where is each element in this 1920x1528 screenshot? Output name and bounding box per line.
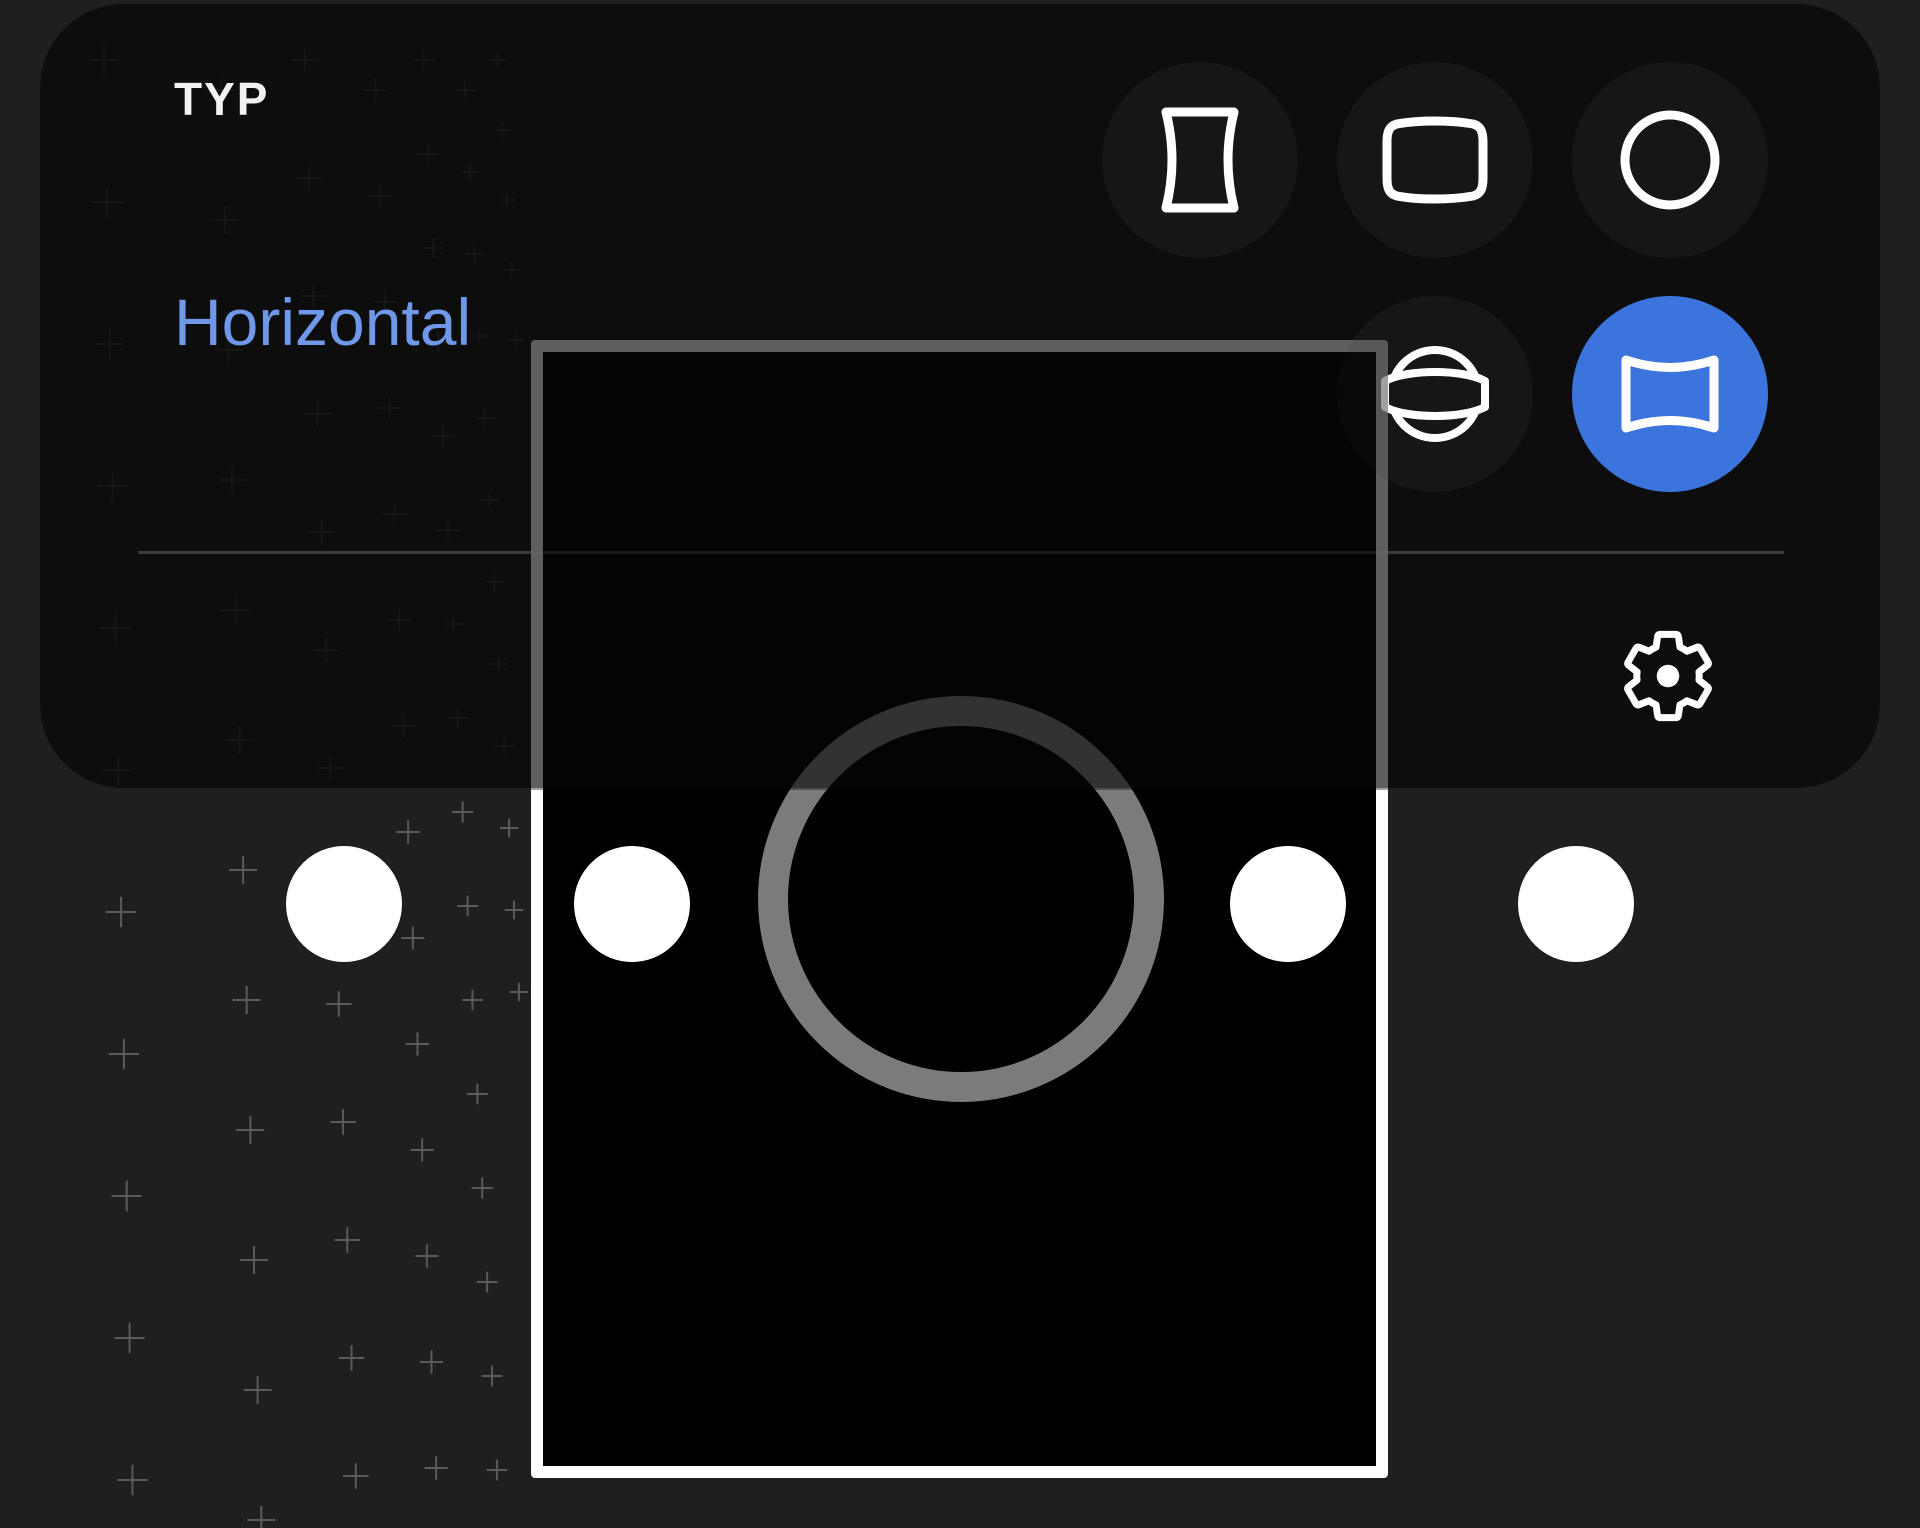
fisheye-circle-icon [1620, 110, 1720, 210]
grid-plus-mark [114, 1322, 145, 1354]
wide-angle-icon [1382, 116, 1488, 204]
grid-plus-mark [424, 1456, 448, 1480]
grid-plus-mark [481, 1365, 503, 1387]
grid-plus-mark [471, 1177, 493, 1199]
selected-mode-label: Horizontal [174, 285, 472, 359]
mode-button-vertical[interactable] [1102, 62, 1298, 258]
grid-plus-mark [325, 991, 352, 1017]
grid-plus-mark [108, 1038, 140, 1070]
mode-button-horizontal[interactable] [1572, 296, 1768, 492]
settings-button[interactable] [1610, 618, 1726, 734]
grid-plus-mark [476, 1271, 498, 1293]
grid-plus-mark [401, 926, 425, 950]
grid-plus-mark [240, 1246, 268, 1274]
grid-plus-mark [232, 986, 261, 1014]
grid-plus-mark [396, 820, 420, 844]
grid-plus-mark [405, 1032, 430, 1056]
mode-button-fisheye[interactable] [1572, 62, 1768, 258]
guide-dot-far-left [286, 846, 402, 962]
photo-sphere-icon [1381, 346, 1489, 442]
grid-plus-mark [330, 1109, 356, 1135]
panel-divider [138, 551, 1784, 554]
grid-plus-mark [229, 856, 258, 884]
grid-plus-mark [410, 1138, 434, 1162]
grid-plus-mark [334, 1227, 361, 1253]
horizontal-panorama-icon [1621, 355, 1719, 433]
gear-icon [1624, 630, 1712, 722]
grid-plus-mark [243, 1376, 272, 1404]
guide-dot-far-right [1518, 846, 1634, 962]
grid-plus-mark [509, 982, 529, 1002]
grid-plus-mark [236, 1116, 265, 1144]
grid-plus-mark [111, 1180, 142, 1212]
grid-plus-mark [117, 1464, 148, 1496]
grid-plus-mark [419, 1350, 444, 1374]
grid-plus-mark [499, 818, 519, 838]
camera-viewfinder: TYP Horizontal [0, 0, 1920, 1528]
mode-button-photo-sphere[interactable] [1337, 296, 1533, 492]
grid-plus-mark [452, 801, 474, 823]
grid-plus-mark [457, 895, 478, 917]
grid-plus-mark [504, 900, 524, 920]
grid-plus-mark [338, 1345, 365, 1371]
grid-plus-mark [466, 1083, 488, 1105]
grid-plus-mark [486, 1459, 508, 1481]
vertical-panorama-icon [1161, 107, 1239, 213]
grid-plus-mark [415, 1244, 439, 1268]
grid-plus-mark [342, 1463, 369, 1489]
mode-button-wide-angle[interactable] [1337, 62, 1533, 258]
grid-plus-mark [105, 896, 137, 928]
grid-plus-mark [247, 1506, 276, 1528]
guide-dot-left [574, 846, 690, 962]
guide-dot-right [1230, 846, 1346, 962]
panel-title: TYP [174, 73, 270, 125]
grid-plus-mark [462, 989, 483, 1011]
